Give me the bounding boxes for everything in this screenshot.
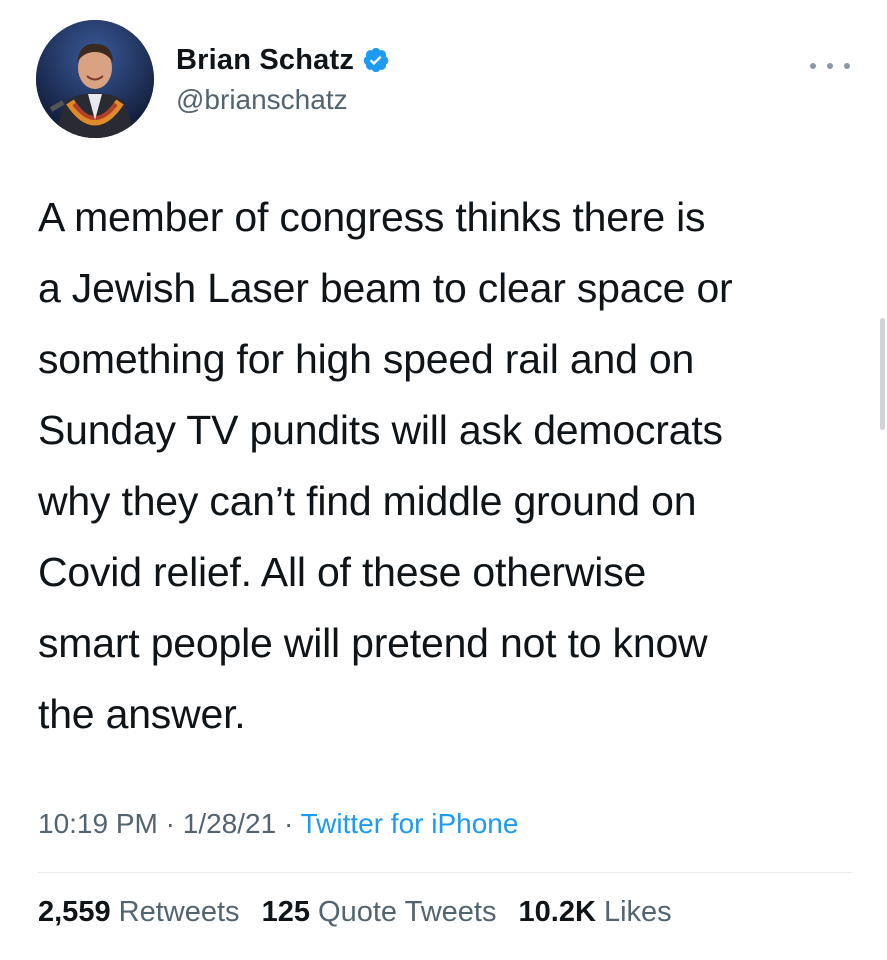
tweet-time[interactable]: 10:19 PM	[38, 808, 158, 839]
quote-tweets-stat[interactable]: 125 Quote Tweets	[262, 896, 497, 929]
more-dot	[827, 63, 833, 69]
retweets-stat[interactable]: 2,559 Retweets	[38, 896, 240, 929]
display-name-row: Brian Schatz	[176, 42, 390, 78]
avatar-photo	[36, 20, 154, 138]
engagement-stats: 2,559 Retweets 125 Quote Tweets 10.2K Li…	[38, 896, 686, 929]
meta-separator: ·	[157, 808, 183, 839]
tweet-card: Brian Schatz @brianschatz A member of co…	[0, 0, 887, 960]
quote-tweets-count: 125	[261, 896, 310, 928]
more-dot	[844, 63, 850, 69]
likes-stat[interactable]: 10.2K Likes	[519, 896, 672, 929]
tweet-metadata: 10:19 PM · 1/28/21 · Twitter for iPhone	[38, 808, 518, 840]
quote-tweets-label: Quote Tweets	[318, 896, 497, 928]
likes-count: 10.2K	[518, 896, 596, 928]
meta-separator: ·	[276, 808, 301, 839]
retweets-count: 2,559	[38, 896, 111, 928]
likes-label: Likes	[603, 896, 672, 928]
display-name[interactable]: Brian Schatz	[176, 44, 354, 77]
author-handle[interactable]: @brianschatz	[176, 84, 390, 116]
avatar[interactable]	[36, 20, 154, 138]
divider	[38, 872, 852, 873]
tweet-source-link[interactable]: Twitter for iPhone	[301, 808, 519, 839]
more-dot	[810, 63, 816, 69]
tweet-header: Brian Schatz @brianschatz	[36, 20, 866, 140]
retweets-label: Retweets	[118, 896, 240, 928]
more-options-icon[interactable]	[810, 56, 850, 76]
tweet-text: A member of congress thinks there is a J…	[38, 194, 733, 737]
author-identity: Brian Schatz @brianschatz	[176, 42, 390, 116]
scrollbar[interactable]	[880, 318, 885, 430]
verified-badge-icon	[362, 46, 390, 74]
tweet-date[interactable]: 1/28/21	[183, 808, 276, 839]
